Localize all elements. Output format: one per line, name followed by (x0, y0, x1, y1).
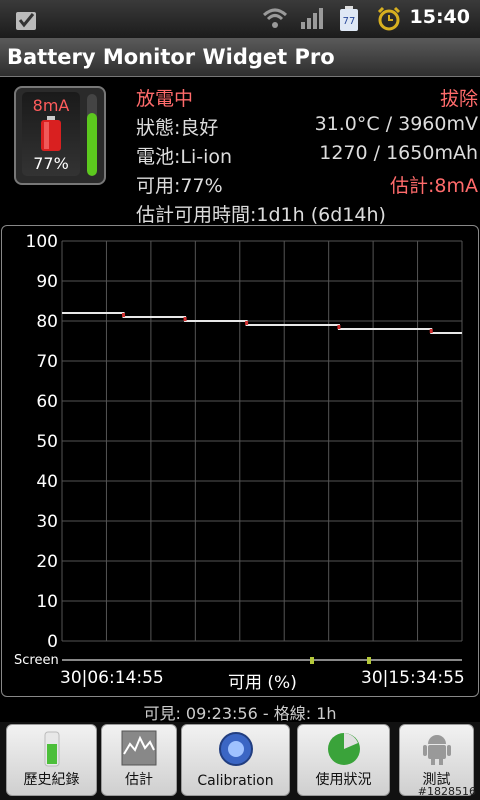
calibration-icon (218, 732, 253, 766)
x-start-label: 30|06:14:55 (60, 668, 164, 688)
estimate-current: 估計:8mA (390, 175, 478, 197)
charge-state: 放電中 (136, 88, 194, 110)
battery-display: 8mA 77% (22, 92, 80, 176)
signal-icon (301, 8, 323, 29)
y-tick-label: 90 (36, 272, 58, 292)
watermark: #1828516 (417, 785, 476, 798)
history-button[interactable]: 歷史紀錄 (6, 724, 97, 796)
battery-health: 狀態:良好 (136, 117, 219, 139)
app-title: Battery Monitor Widget Pro (7, 45, 335, 69)
calibration-button-label: Calibration (197, 773, 274, 789)
y-tick-label: 40 (36, 472, 58, 492)
graph-canvas: 1009080706050403020100Screen (14, 232, 463, 668)
x-end-label: 30|15:34:55 (361, 668, 465, 688)
visible-span-info: 可見: 09:23:56 - 格線: 1h (143, 704, 337, 723)
battery-level-fill (87, 112, 97, 176)
checkmark-notification-icon (16, 12, 36, 30)
x-axis-title: 可用 (%) (228, 673, 297, 693)
battery-current: 8mA (32, 96, 70, 115)
usage-button-label: 使用狀況 (315, 772, 372, 788)
usage-pie-icon (327, 733, 360, 765)
available-percent: 可用:77% (136, 175, 223, 197)
estimate-button-label: 估計 (125, 772, 153, 788)
estimate-chart-icon (121, 730, 157, 766)
app-title-bar: Battery Monitor Widget Pro (0, 38, 480, 77)
battery-percent: 77% (33, 154, 69, 173)
y-tick-label: 100 (26, 232, 58, 252)
wifi-icon (262, 8, 288, 28)
y-tick-label: 20 (36, 552, 58, 572)
usage-button[interactable]: 使用狀況 (297, 724, 390, 796)
plug-state: 拔除 (439, 88, 478, 110)
battery-level-bar (87, 94, 97, 176)
status-clock: 15:40 (409, 6, 470, 28)
battery-can-icon (41, 116, 61, 151)
battery-type: 電池:Li-ion (136, 146, 233, 168)
history-icon (44, 731, 59, 767)
battery-capacity: 1270 / 1650mAh (319, 142, 478, 164)
y-tick-label: 30 (36, 512, 58, 532)
history-button-label: 歷史紀錄 (23, 772, 80, 788)
estimate-button[interactable]: 估計 (101, 724, 177, 796)
android-robot-icon (422, 735, 451, 765)
y-tick-label: 10 (36, 592, 58, 612)
y-tick-label: 50 (36, 432, 58, 452)
battery-icon: 77 (340, 6, 358, 31)
calibration-button[interactable]: Calibration (181, 724, 290, 796)
y-tick-label: 80 (36, 312, 58, 332)
series-line (62, 312, 462, 334)
screen-on-marker (310, 657, 314, 664)
battery-widget[interactable]: 8mA 77% (14, 86, 106, 185)
alarm-icon (377, 6, 401, 31)
remaining-time: 估計可用時間:1d1h (6d14h) (136, 204, 386, 226)
temperature-voltage: 31.0°C / 3960mV (314, 113, 478, 135)
status-bar: 77 15:40 (0, 0, 480, 38)
y-tick-label: 60 (36, 392, 58, 412)
bottom-toolbar: 歷史紀錄 估計 Calibration 使用狀況 測試 #1828516 (0, 722, 480, 800)
y-tick-label: 70 (36, 352, 58, 372)
battery-icon-value: 77 (343, 16, 356, 27)
battery-history-graph[interactable]: 100 90 80 70 60 50 40 30 20 10 0 Screen (1, 225, 479, 697)
screen-on-marker (367, 657, 371, 664)
y-tick-label: 0 (47, 632, 58, 652)
screen-row-label: Screen (14, 653, 59, 668)
